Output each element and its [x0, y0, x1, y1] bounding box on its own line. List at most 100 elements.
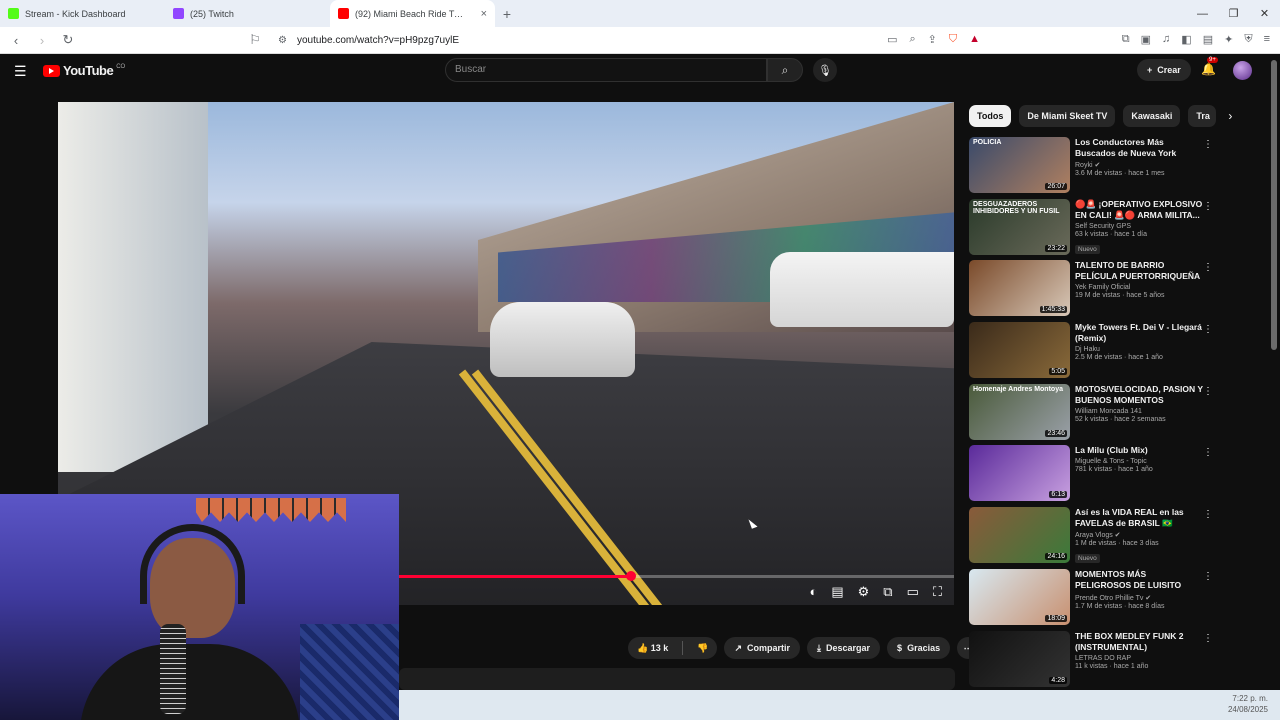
brave-rewards-icon[interactable]: ▲ [969, 33, 980, 46]
channel-name[interactable]: Self Security GPS [1075, 223, 1203, 230]
account-avatar[interactable] [1233, 61, 1252, 80]
sidebar-icon[interactable]: ◧ [1181, 33, 1191, 46]
notifications-bell-icon[interactable]: 🔔 9+ [1201, 57, 1218, 76]
more-options-icon[interactable]: ⋮ [1203, 201, 1213, 212]
cast-icon[interactable]: ▭ [887, 33, 897, 46]
video-actions: 👍 13 k 👎 ↗ Compartir ⤓ Descargar $ Gracias … [628, 637, 980, 659]
wallet-icon[interactable]: ▤ [1203, 33, 1213, 46]
reload-icon[interactable]: ↻ [60, 32, 76, 48]
share-icon[interactable]: ⇪ [928, 33, 937, 46]
vpn-icon[interactable]: ⛨ [1244, 33, 1252, 46]
channel-name[interactable]: Miguelle & Tons - Topic [1075, 458, 1203, 465]
channel-name[interactable]: Araya Vlogs ✔ [1075, 531, 1203, 539]
media-icon[interactable]: ♫ [1162, 33, 1170, 46]
tab-search-icon[interactable]: ▣ [1141, 33, 1151, 46]
recommendation-item[interactable]: Homenaje Andres Montoya 23:46 MOTOS/VELOCI… [969, 383, 1269, 446]
video-thumbnail[interactable]: 4:28 [969, 630, 1070, 687]
video-title[interactable]: Los Conductores Más Buscados de Nueva Yo… [1075, 137, 1203, 159]
channel-name[interactable]: William Moncada 141 [1075, 408, 1203, 415]
filter-chip[interactable]: Todos [969, 105, 1012, 127]
site-info-icon[interactable]: ⚙ [278, 35, 287, 46]
more-options-icon[interactable]: ⋮ [1203, 324, 1213, 335]
minimize-button[interactable]: — [1187, 0, 1218, 27]
leo-icon[interactable]: ✦ [1224, 33, 1233, 46]
video-title[interactable]: THE BOX MEDLEY FUNK 2 (INSTRUMENTAL) [1075, 631, 1203, 653]
channel-name[interactable]: Prende Otro Phillie Tv ✔ [1075, 594, 1203, 602]
menu-icon[interactable]: ≡ [1264, 33, 1270, 46]
video-title[interactable]: La Milu (Club Mix) [1075, 445, 1203, 456]
microphone-icon[interactable]: 🎙 [813, 58, 837, 82]
extensions-icon[interactable]: ⧉ [1122, 33, 1130, 46]
recommendation-item[interactable]: 6:13 La Milu (Club Mix) Miguelle & Tons - … [969, 445, 1269, 507]
more-options-icon[interactable]: ⋮ [1203, 571, 1213, 582]
address-bar[interactable]: ⚙ youtube.com/watch?v=pH9pzg7uylE [268, 30, 992, 51]
new-tab-button[interactable]: + [495, 0, 519, 27]
miniplayer-icon[interactable]: ⧉ [883, 584, 892, 600]
browser-tab[interactable]: (92) Miami Beach Ride Turns × [330, 0, 495, 27]
filter-chip[interactable]: Tra [1188, 105, 1217, 127]
search-icon[interactable]: ⌕ [767, 58, 803, 82]
browser-tab[interactable]: (25) Twitch [165, 0, 330, 27]
recommendation-item[interactable]: 18:09 MOMENTOS MÁS PELIGROSOS DE LUISITO … [969, 568, 1269, 631]
search-input[interactable]: Buscar [445, 58, 767, 82]
brave-shield-icon[interactable]: ⛉ [949, 33, 957, 46]
video-thumbnail[interactable]: POLICIA 26:07 [969, 137, 1070, 193]
download-button[interactable]: ⤓ Descargar [807, 637, 881, 659]
video-thumbnail[interactable]: 5:05 [969, 322, 1070, 379]
close-tab-icon[interactable]: × [481, 8, 487, 20]
more-options-icon[interactable]: ⋮ [1203, 262, 1213, 273]
system-clock[interactable]: 7:22 p. m. 24/08/2025 [1228, 693, 1268, 715]
channel-name[interactable]: Royki ✔ [1075, 161, 1203, 169]
video-title[interactable]: MOTOS/VELOCIDAD, PASION Y BUENOS MOMENTO… [1075, 384, 1203, 406]
video-title[interactable]: Así es la VIDA REAL en las FAVELAS de BR… [1075, 507, 1203, 529]
video-thumbnail[interactable]: 1:45:33 [969, 260, 1070, 317]
subtitles-icon[interactable]: ▤ [831, 584, 843, 600]
autoplay-toggle-icon[interactable]: ◐ [809, 584, 817, 600]
bookmark-icon[interactable]: ⚐ [247, 32, 263, 48]
channel-name[interactable]: Yek Family Oficial [1075, 284, 1203, 291]
description-box[interactable] [399, 668, 955, 690]
video-thumbnail[interactable]: DESGUAZADEROS INHIBIDORES Y UN FUSIL 23:2… [969, 198, 1070, 255]
dislike-icon[interactable]: 👎 [688, 643, 717, 654]
like-button[interactable]: 👍 13 k [628, 643, 677, 654]
channel-name[interactable]: Dj Haku [1075, 346, 1203, 353]
more-options-icon[interactable]: ⋮ [1203, 509, 1213, 520]
forward-icon[interactable]: › [34, 33, 50, 48]
video-thumbnail[interactable]: 24:16 [969, 507, 1070, 564]
back-icon[interactable]: ‹ [8, 33, 24, 48]
zoom-icon[interactable]: ⌕ [909, 33, 915, 46]
close-window-button[interactable]: ✕ [1249, 0, 1280, 27]
more-options-icon[interactable]: ⋮ [1203, 386, 1213, 397]
recommendation-item[interactable]: 4:28 THE BOX MEDLEY FUNK 2 (INSTRUMENTAL)… [969, 630, 1269, 693]
fullscreen-icon[interactable]: ⛶ [933, 584, 942, 600]
video-title[interactable]: 🔴🚨 ¡OPERATIVO EXPLOSIVO EN CALI! 🚨🔴 ARMA… [1075, 199, 1203, 221]
recommendation-item[interactable]: 24:16 Así es la VIDA REAL en las FAVELAS … [969, 507, 1269, 569]
filter-chip[interactable]: Kawasaki [1123, 105, 1181, 127]
more-options-icon[interactable]: ⋮ [1203, 447, 1213, 458]
video-title[interactable]: TALENTO DE BARRIO PELÍCULA PUERTORRIQUEÑ… [1075, 260, 1203, 282]
guide-menu-icon[interactable]: ☰ [14, 63, 27, 80]
recommendation-item[interactable]: DESGUAZADEROS INHIBIDORES Y UN FUSIL 23:2… [969, 198, 1269, 261]
recommendation-item[interactable]: 5:05 Myke Towers Ft. Dei V - Llegará (Rem… [969, 322, 1269, 384]
more-options-icon[interactable]: ⋮ [1203, 139, 1213, 150]
video-title[interactable]: MOMENTOS MÁS PELIGROSOS DE LUISITO COMUN… [1075, 569, 1203, 592]
recommendation-item[interactable]: 1:45:33 TALENTO DE BARRIO PELÍCULA PUERTO… [969, 260, 1269, 322]
video-thumbnail[interactable]: 6:13 [969, 445, 1070, 502]
theater-mode-icon[interactable]: ▭ [907, 584, 919, 600]
more-options-icon[interactable]: ⋮ [1203, 633, 1213, 644]
restore-button[interactable]: ❐ [1218, 0, 1249, 27]
filter-chip[interactable]: De Miami Skeet TV [1019, 105, 1116, 127]
recommendation-item[interactable]: POLICIA 26:07 Los Conductores Más Buscados… [969, 137, 1269, 199]
channel-name[interactable]: LETRAS DO RAP [1075, 655, 1203, 662]
create-button[interactable]: + Crear [1137, 59, 1191, 81]
thanks-button[interactable]: $ Gracias [887, 637, 951, 659]
video-title[interactable]: Myke Towers Ft. Dei V - Llegará (Remix) [1075, 322, 1203, 344]
youtube-logo[interactable]: YouTube CO [43, 63, 125, 78]
browser-tab[interactable]: Stream - Kick Dashboard [0, 0, 165, 27]
page-scrollbar[interactable] [1271, 60, 1277, 350]
video-thumbnail[interactable]: Homenaje Andres Montoya 23:46 [969, 383, 1070, 440]
video-thumbnail[interactable]: 18:09 [969, 568, 1070, 625]
chevron-right-icon[interactable]: › [1228, 109, 1232, 123]
settings-gear-icon[interactable]: ⚙ [858, 584, 870, 600]
share-button[interactable]: ↗ Compartir [724, 637, 801, 659]
